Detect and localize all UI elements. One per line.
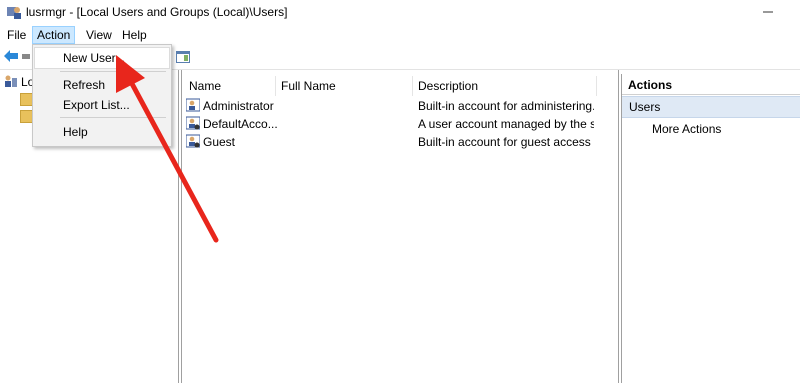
column-divider[interactable] [412,76,413,96]
app-icon [6,4,22,20]
row-description: A user account managed by the s... [418,117,594,131]
show-action-pane-icon[interactable] [176,51,190,63]
menu-item-export-list[interactable]: Export List... [63,98,130,112]
user-icon [185,116,201,130]
row-description: Built-in account for guest access t... [418,135,594,149]
row-name[interactable]: Administrator [203,99,277,113]
more-actions-link[interactable]: More Actions [652,122,721,136]
actions-title: Actions [628,78,673,92]
column-header-description[interactable]: Description [418,79,478,93]
menu-item-refresh[interactable]: Refresh [63,78,105,92]
back-arrow-icon[interactable] [4,50,18,62]
forward-arrow-icon[interactable] [22,54,30,59]
user-icon [185,98,201,112]
menu-item-help[interactable]: Help [63,125,88,139]
column-divider[interactable] [275,76,276,96]
column-divider[interactable] [596,76,597,96]
menu-separator [60,117,166,118]
menu-action[interactable]: Action [32,26,76,44]
users-computer-icon [4,75,18,88]
column-header-full-name[interactable]: Full Name [281,79,336,93]
menu-item-new-user[interactable]: New User... [63,51,125,65]
row-name[interactable]: Guest [203,135,277,149]
row-description: Built-in account for administering... [418,99,594,113]
menu-view[interactable]: View [82,27,116,43]
menu-help[interactable]: Help [118,27,151,43]
column-header-name[interactable]: Name [189,79,221,93]
menu-separator [60,71,166,72]
window-title: lusrmgr - [Local Users and Groups (Local… [26,5,288,19]
minimize-button[interactable] [748,4,788,20]
menu-file[interactable]: File [3,27,30,43]
row-name[interactable]: DefaultAcco... [203,117,277,131]
user-icon [185,134,201,148]
list-header [182,74,616,96]
actions-section-label[interactable]: Users [629,100,660,114]
actions-pane [621,74,800,383]
